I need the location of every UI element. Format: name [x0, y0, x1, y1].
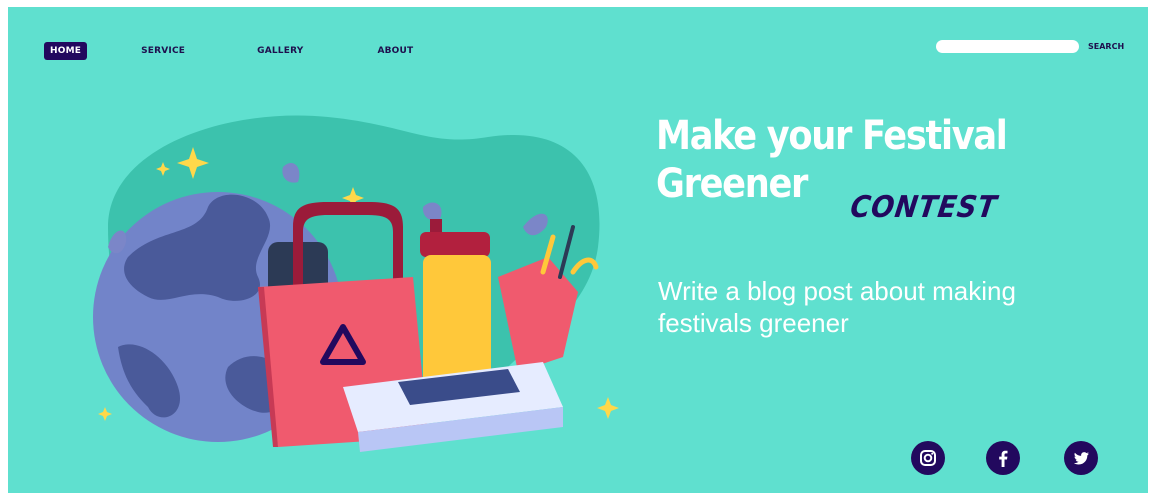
contest-accent-text: CONTEST [848, 190, 1000, 225]
headline-line-1: Make your Festival [656, 113, 1008, 159]
facebook-icon[interactable] [986, 441, 1020, 475]
nav-home[interactable]: HOME [44, 42, 88, 60]
search-button[interactable]: SEARCH [1088, 42, 1124, 51]
nav-about[interactable]: ABOUT [371, 42, 419, 60]
top-nav: HOME SERVICE GALLERY ABOUT [44, 41, 419, 61]
landing-page: HOME SERVICE GALLERY ABOUT SEARCH Make y… [8, 7, 1148, 493]
twitter-icon[interactable] [1064, 441, 1098, 475]
instagram-icon[interactable] [911, 441, 945, 475]
eco-festival-illustration [93, 115, 619, 452]
nav-gallery[interactable]: GALLERY [251, 42, 309, 60]
search-input[interactable] [936, 40, 1079, 53]
nav-service[interactable]: SERVICE [135, 42, 191, 60]
hero-subtitle: Write a blog post about making festivals… [658, 276, 1016, 338]
